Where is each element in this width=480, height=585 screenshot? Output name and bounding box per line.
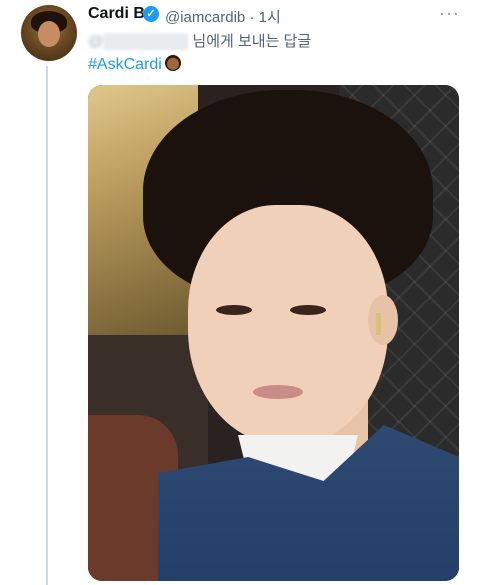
thread-line — [46, 66, 48, 585]
avatar-face — [38, 21, 60, 47]
handle-and-time[interactable]: @iamcardib · 1시 — [165, 6, 281, 27]
avatar[interactable] — [21, 5, 77, 61]
reply-context: @▒▒▒▒▒▒▒▒ 님에게 보내는 답글 — [88, 30, 311, 51]
portrait-lips — [253, 385, 303, 399]
more-options-icon[interactable]: ··· — [439, 3, 460, 24]
display-name[interactable]: Cardi B — [88, 5, 145, 23]
reply-context-label: 님에게 보내는 답글 — [188, 33, 312, 50]
verified-badge-icon: ✓ — [143, 6, 159, 22]
portrait-face — [188, 205, 388, 445]
portrait-ear — [368, 295, 398, 345]
separator: · — [249, 9, 255, 26]
tweet-header: Cardi B ✓ @iamcardib · 1시 ··· — [88, 3, 470, 27]
reply-to-handle[interactable]: @▒▒▒▒▒▒▒▒ — [88, 33, 188, 50]
handle[interactable]: @iamcardib — [165, 9, 245, 26]
tweet-media-image[interactable] — [88, 85, 459, 581]
earring — [376, 313, 381, 335]
hashtag-link[interactable]: #AskCardi — [88, 56, 162, 73]
emoji-icon — [164, 55, 181, 71]
portrait-eye-left — [216, 305, 252, 315]
tweet-text: #AskCardi — [88, 55, 181, 74]
timestamp[interactable]: 1시 — [259, 9, 281, 26]
portrait-eye-right — [290, 305, 326, 315]
